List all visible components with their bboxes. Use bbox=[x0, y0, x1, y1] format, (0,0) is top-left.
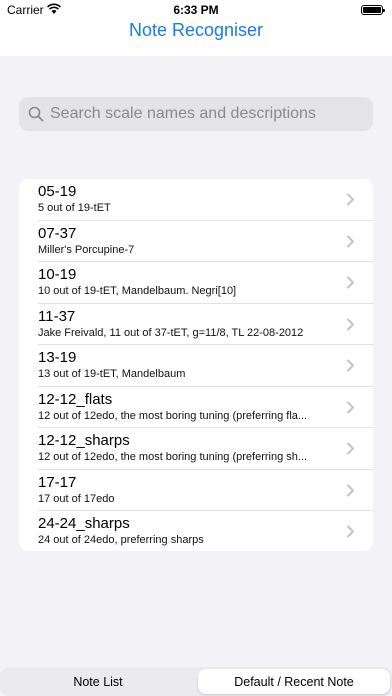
scale-description: 12 out of 12edo, the most boring tuning … bbox=[38, 451, 308, 463]
scale-title: 17-17 bbox=[38, 473, 77, 491]
scale-title: 24-24_sharps bbox=[38, 515, 130, 532]
battery-icon bbox=[361, 5, 385, 15]
scale-title: 13-19 bbox=[38, 349, 77, 366]
scale-title: 12-12_flats bbox=[38, 390, 113, 408]
scale-description: Jake Freivald, 11 out of 37-tET, g=11/8,… bbox=[38, 326, 304, 339]
scale-description: 13 out of 19-tET, Mandelbaum bbox=[38, 368, 186, 380]
list-item[interactable]: 12-12_flats 12 out of 12edo, the most bo… bbox=[19, 387, 373, 429]
list-item[interactable]: 05-19 5 out of 19-tET bbox=[19, 179, 373, 221]
chevron-right-icon bbox=[347, 318, 354, 330]
list-item[interactable]: 10-19 10 out of 19-tET, Mandelbaum. Negr… bbox=[19, 262, 373, 304]
chevron-right-icon bbox=[347, 276, 354, 289]
chevron-right-icon bbox=[347, 525, 354, 538]
tab-note-list[interactable]: Note List bbox=[0, 669, 196, 694]
scale-title: 07-37 bbox=[38, 224, 77, 242]
list-item[interactable]: 24-24_sharps 24 out of 24edo, preferring… bbox=[19, 511, 373, 551]
scale-description: 17 out of 17edo bbox=[38, 492, 115, 505]
list-item[interactable]: 12-12_sharps 12 out of 12edo, the most b… bbox=[19, 428, 373, 470]
search-input[interactable]: Search scale names and descriptions bbox=[19, 97, 373, 131]
status-bar: Carrier 6:33 PM bbox=[0, 0, 392, 20]
chevron-right-icon bbox=[347, 235, 354, 247]
scale-description: 24 out of 24edo, preferring sharps bbox=[38, 534, 204, 546]
chevron-right-icon bbox=[347, 442, 354, 455]
scale-description: 5 out of 19-tET bbox=[38, 202, 111, 214]
chevron-right-icon bbox=[347, 401, 354, 413]
list-item[interactable]: 07-37 Miller's Porcupine-7 bbox=[19, 221, 373, 263]
chevron-right-icon bbox=[347, 193, 354, 206]
search-placeholder: Search scale names and descriptions bbox=[50, 105, 316, 122]
top-bar: Carrier 6:33 PM Note Recogniser bbox=[0, 0, 392, 56]
search-icon bbox=[28, 106, 44, 122]
scale-title: 10-19 bbox=[38, 266, 77, 283]
chevron-right-icon bbox=[347, 359, 354, 372]
list-item[interactable]: 13-19 13 out of 19-tET, Mandelbaum bbox=[19, 345, 373, 387]
scale-title: 11-37 bbox=[38, 307, 76, 325]
scale-description: 10 out of 19-tET, Mandelbaum. Negri[10] bbox=[38, 285, 237, 297]
scale-list: 05-19 5 out of 19-tET 07-37 Miller's Por… bbox=[19, 179, 373, 551]
segmented-control: Note List Default / Recent Note bbox=[0, 667, 392, 696]
scale-title: 12-12_sharps bbox=[38, 432, 130, 449]
list-item[interactable]: 11-37 Jake Freivald, 11 out of 37-tET, g… bbox=[19, 304, 373, 346]
clock: 6:33 PM bbox=[173, 3, 219, 17]
chevron-right-icon bbox=[347, 484, 354, 496]
scale-description: 12 out of 12edo, the most boring tuning … bbox=[38, 409, 308, 422]
page-title: Note Recogniser bbox=[128, 20, 264, 40]
scale-title: 05-19 bbox=[38, 183, 77, 200]
list-item[interactable]: 17-17 17 out of 17edo bbox=[19, 470, 373, 512]
scale-description: Miller's Porcupine-7 bbox=[38, 243, 135, 256]
tab-default-recent-note[interactable]: Default / Recent Note bbox=[198, 669, 390, 694]
